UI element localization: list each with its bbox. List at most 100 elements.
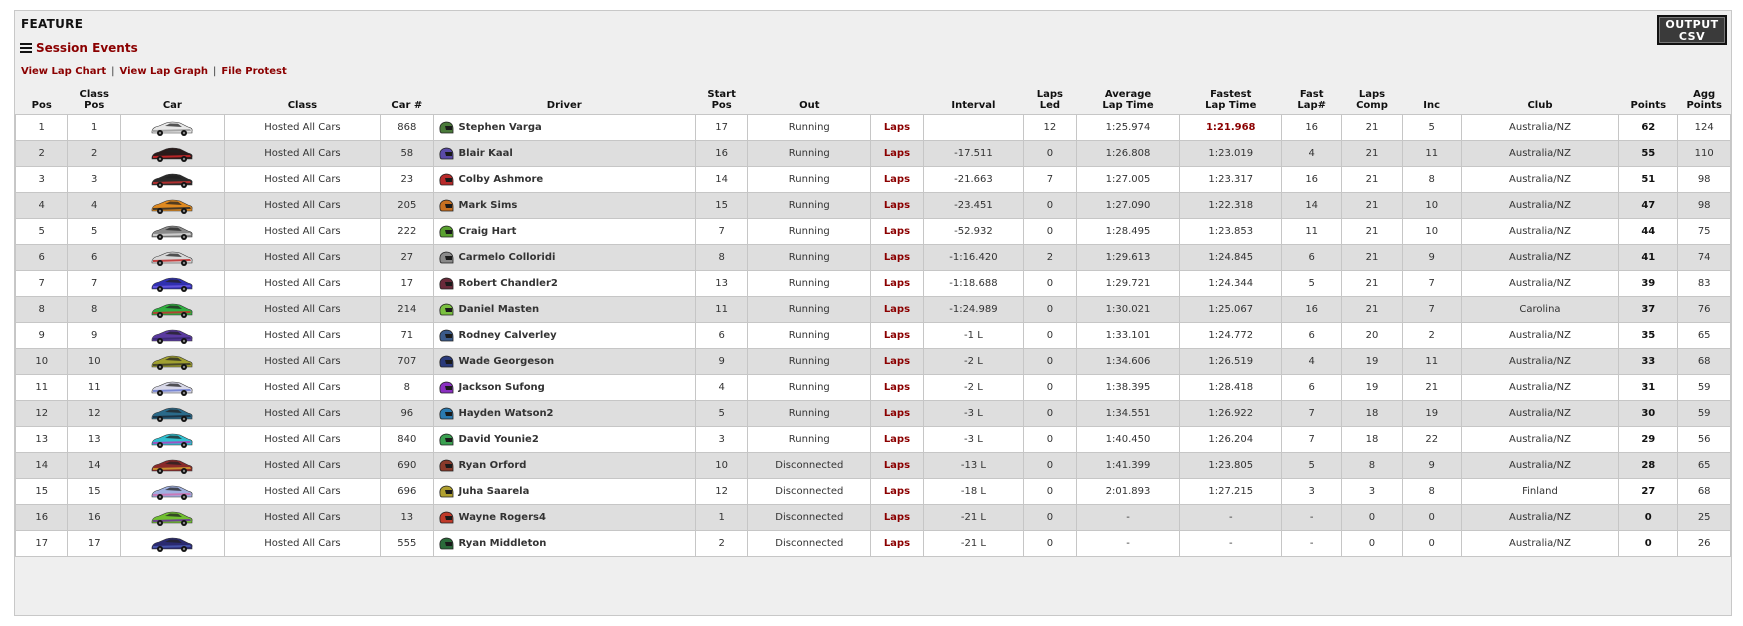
session-events-heading[interactable]: Session Events <box>20 41 138 55</box>
session-events-label[interactable]: Session Events <box>36 41 138 55</box>
table-row: 4 4 Hosted All Cars 205 Mark Sims 15 Running La… <box>14 192 1731 219</box>
laps-comp-cell: 21 <box>1341 166 1403 193</box>
points-cell: 28 <box>1618 452 1679 479</box>
inc-cell: 21 <box>1401 374 1462 401</box>
class-cell: Hosted All Cars <box>223 140 382 167</box>
laps-link[interactable]: Laps <box>884 304 910 315</box>
car-cell <box>119 504 225 531</box>
points-cell: 0 <box>1618 504 1679 531</box>
laps-link[interactable]: Laps <box>884 356 910 367</box>
laps-led-cell: 0 <box>1023 322 1077 349</box>
output-csv-button[interactable]: OUTPUT CSV <box>1657 15 1727 45</box>
pos-cell: 6 <box>14 244 69 271</box>
laps-link[interactable]: Laps <box>884 148 910 159</box>
average-lap-time-cell: 2:01.893 <box>1075 478 1181 505</box>
list-icon <box>20 43 32 53</box>
driver-name[interactable]: Colby Ashmore <box>459 174 544 185</box>
car-cell <box>119 530 225 557</box>
laps-link[interactable]: Laps <box>884 486 910 497</box>
fast-lap-number-cell: 6 <box>1281 374 1343 401</box>
laps-link[interactable]: Laps <box>884 252 910 263</box>
driver-name[interactable]: Mark Sims <box>459 200 518 211</box>
car-number-cell: 555 <box>380 530 434 557</box>
driver-name[interactable]: Jackson Sufong <box>459 382 545 393</box>
fastest-lap-time-cell: 1:26.922 <box>1179 400 1283 427</box>
driver-name[interactable]: Ryan Middleton <box>459 538 547 549</box>
driver-name[interactable]: David Younie2 <box>459 434 539 445</box>
helmet-icon <box>439 251 453 263</box>
start-pos-cell: 9 <box>694 348 749 375</box>
table-row: 10 10 Hosted All Cars 707 Wade Georgeson 9 Run… <box>14 348 1731 375</box>
helmet-icon <box>439 121 453 133</box>
car-image <box>152 277 193 292</box>
driver-name[interactable]: Juha Saarela <box>459 486 530 497</box>
laps-link[interactable]: Laps <box>884 278 910 289</box>
points-cell: 47 <box>1618 192 1679 219</box>
laps-link[interactable]: Laps <box>884 460 910 471</box>
class-pos-cell: 15 <box>67 478 121 505</box>
laps-led-cell: 0 <box>1023 504 1077 531</box>
laps-link-cell: Laps <box>870 166 924 193</box>
out-cell: Running <box>747 270 872 297</box>
class-pos-cell: 3 <box>67 166 121 193</box>
interval-cell: -21 L <box>922 530 1025 557</box>
laps-link[interactable]: Laps <box>884 200 910 211</box>
file-protest-link[interactable]: File Protest <box>221 66 286 77</box>
class-cell: Hosted All Cars <box>223 478 382 505</box>
start-pos-cell: 12 <box>694 478 749 505</box>
results-body: 1 1 Hosted All Cars 868 Stephen Varga 17 Runni… <box>14 114 1731 557</box>
start-pos-cell: 8 <box>694 244 749 271</box>
car-cell <box>119 426 225 453</box>
car-number-cell: 58 <box>380 140 434 167</box>
interval-cell: -3 L <box>922 426 1025 453</box>
driver-name[interactable]: Rodney Calverley <box>459 330 557 341</box>
laps-link[interactable]: Laps <box>884 174 910 185</box>
car-image <box>152 485 193 500</box>
average-lap-time-cell: 1:26.808 <box>1075 140 1181 167</box>
driver-name[interactable]: Ryan Orford <box>459 460 527 471</box>
laps-link[interactable]: Laps <box>884 512 910 523</box>
helmet-icon <box>439 485 453 497</box>
car-cell <box>119 478 225 505</box>
driver-name[interactable]: Daniel Masten <box>459 304 540 315</box>
laps-comp-cell: 18 <box>1341 426 1403 453</box>
inc-cell: 5 <box>1401 114 1462 141</box>
start-pos-cell: 4 <box>694 374 749 401</box>
helmet-icon <box>439 537 453 549</box>
car-image <box>152 303 193 318</box>
driver-name[interactable]: Carmelo Colloridi <box>459 252 556 263</box>
car-number-cell: 214 <box>380 296 434 323</box>
car-cell <box>119 192 225 219</box>
interval-cell: -2 L <box>922 374 1025 401</box>
driver-name[interactable]: Robert Chandler2 <box>459 278 558 289</box>
agg-points-cell: 65 <box>1677 322 1731 349</box>
club-cell: Australia/NZ <box>1460 504 1620 531</box>
laps-link[interactable]: Laps <box>884 538 910 549</box>
laps-link[interactable]: Laps <box>884 122 910 133</box>
laps-link[interactable]: Laps <box>884 226 910 237</box>
laps-led-cell: 0 <box>1023 400 1077 427</box>
column-header-out: Out <box>799 100 820 111</box>
laps-link[interactable]: Laps <box>884 382 910 393</box>
laps-link[interactable]: Laps <box>884 434 910 445</box>
class-cell: Hosted All Cars <box>223 166 382 193</box>
laps-comp-cell: 21 <box>1341 114 1403 141</box>
driver-name[interactable]: Blair Kaal <box>459 148 513 159</box>
driver-name[interactable]: Wade Georgeson <box>459 356 555 367</box>
fast-lap-number-cell: 7 <box>1281 400 1343 427</box>
points-cell: 37 <box>1618 296 1679 323</box>
view-lap-graph-link[interactable]: View Lap Graph <box>120 66 208 77</box>
driver-name[interactable]: Hayden Watson2 <box>459 408 554 419</box>
fastest-lap-time-cell: 1:23.317 <box>1179 166 1283 193</box>
pos-cell: 1 <box>14 114 69 141</box>
pos-cell: 14 <box>14 452 69 479</box>
view-lap-chart-link[interactable]: View Lap Chart <box>21 66 106 77</box>
laps-link[interactable]: Laps <box>884 330 910 341</box>
laps-link[interactable]: Laps <box>884 408 910 419</box>
driver-name[interactable]: Craig Hart <box>459 226 517 237</box>
agg-points-cell: 74 <box>1677 244 1731 271</box>
points-cell: 41 <box>1618 244 1679 271</box>
driver-name[interactable]: Wayne Rogers4 <box>459 512 546 523</box>
driver-name[interactable]: Stephen Varga <box>459 122 542 133</box>
driver-cell: Wade Georgeson <box>432 348 696 375</box>
